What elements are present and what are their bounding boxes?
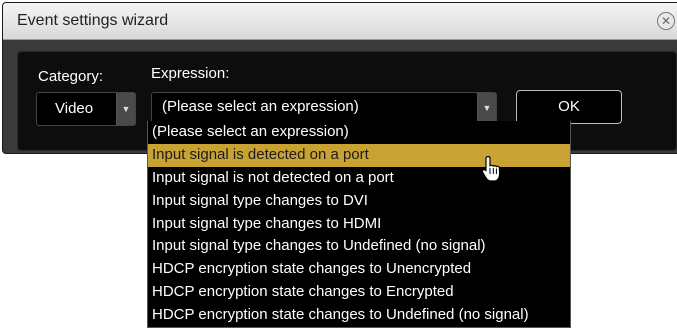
dropdown-option[interactable]: HDCP encryption state changes to Undefin… bbox=[148, 304, 570, 327]
ok-button[interactable]: OK bbox=[516, 90, 622, 124]
close-icon[interactable]: ✕ bbox=[657, 12, 675, 30]
expression-select[interactable]: (Please select an expression) ▼ bbox=[151, 92, 497, 124]
dropdown-option[interactable]: Input signal type changes to DVI bbox=[148, 190, 570, 213]
expression-label: Expression: bbox=[151, 65, 230, 82]
dropdown-option[interactable]: HDCP encryption state changes to Unencry… bbox=[148, 258, 570, 281]
category-value: Video bbox=[55, 100, 94, 117]
dropdown-option[interactable]: Input signal type changes to HDMI bbox=[148, 213, 570, 236]
chevron-down-icon[interactable]: ▼ bbox=[116, 93, 135, 125]
dropdown-option[interactable]: Input signal is not detected on a port bbox=[148, 167, 570, 190]
category-select[interactable]: Video ▼ bbox=[36, 92, 136, 126]
dropdown-option[interactable]: Input signal type changes to Undefined (… bbox=[148, 235, 570, 258]
chevron-down-icon[interactable]: ▼ bbox=[477, 93, 496, 123]
dialog-title: Event settings wizard bbox=[17, 12, 169, 29]
dropdown-option[interactable]: (Please select an expression) bbox=[148, 121, 570, 144]
category-label: Category: bbox=[38, 68, 104, 85]
expression-value: (Please select an expression) bbox=[162, 98, 359, 115]
expression-dropdown-list: (Please select an expression) Input signa… bbox=[147, 121, 571, 328]
dropdown-option[interactable]: Input signal is detected on a port bbox=[148, 143, 570, 167]
dialog-titlebar: Event settings wizard ✕ bbox=[3, 3, 677, 40]
hand-pointer-icon bbox=[481, 155, 501, 182]
dropdown-option[interactable]: HDCP encryption state changes to Encrypt… bbox=[148, 281, 570, 304]
